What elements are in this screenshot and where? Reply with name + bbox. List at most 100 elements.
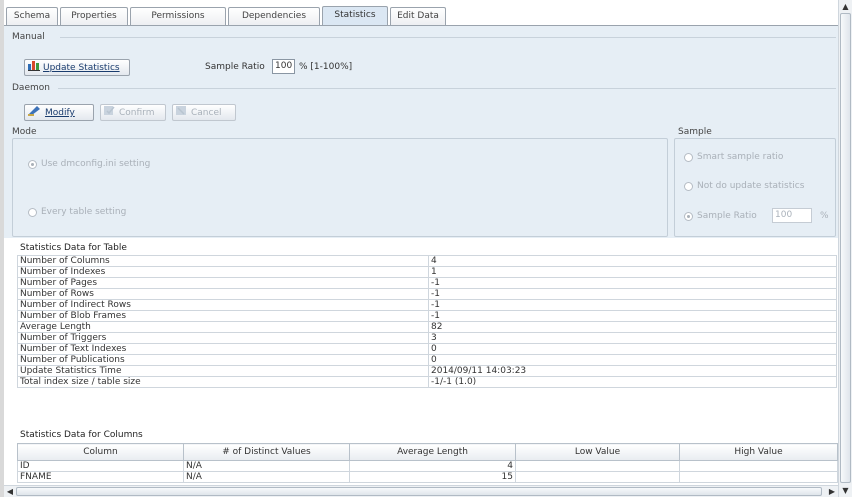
column-stats-row[interactable]: FNAME N/A 15 [17,471,838,483]
scroll-up-icon[interactable]: ▲ [839,0,852,13]
radio-icon [684,181,693,191]
radio-selected-icon [28,159,37,169]
column-stats-cell: ID [17,460,184,472]
manual-divider [60,37,836,38]
table-stats-row: Number of Triggers 3 [17,332,837,344]
column-stats-cell [679,460,838,472]
vertical-scroll-thumb[interactable] [840,13,851,483]
column-header-avg-length[interactable]: Average Length [349,443,516,461]
tab-schema[interactable]: Schema [6,7,58,26]
cancel-label: Cancel [191,108,222,118]
column-header-column[interactable]: Column [17,443,184,461]
stat-value-cell: -1 [428,288,837,300]
stat-value-cell: 82 [428,321,837,333]
column-stats-cell: N/A [183,460,350,472]
sample-option-smart[interactable]: Smart sample ratio [684,152,783,163]
sample-ratio-input[interactable]: 100 [272,59,295,74]
mode-option-dmconfig[interactable]: Use dmconfig.ini setting [28,159,150,170]
mode-group [12,138,668,237]
column-header-distinct[interactable]: # of Distinct Values [183,443,350,461]
confirm-button[interactable]: Confirm [100,104,166,121]
table-stats-grid: Number of Columns 4 Number of Indexes 1 Numb… [17,255,837,388]
tab-permissions[interactable]: Permissions [130,7,226,26]
stat-name-cell: Number of Indirect Rows [17,299,429,311]
table-stats-row: Number of Rows -1 [17,288,837,300]
table-stats-row: Number of Columns 4 [17,255,837,267]
column-stats-cell: 15 [349,471,516,483]
column-stats-cell [679,471,838,483]
stat-name-cell: Update Statistics Time [17,365,429,377]
modify-button[interactable]: Modify [24,104,94,121]
stat-name-cell: Number of Triggers [17,332,429,344]
daemon-divider [58,88,836,89]
modify-icon [28,105,42,122]
mode-section-label: Mode [12,127,37,137]
vertical-scrollbar[interactable]: ▲ ▼ [838,0,852,497]
tab-dependencies[interactable]: Dependencies [228,7,320,26]
sample-ratio-percent: % [820,211,829,221]
stat-value-cell: -1/-1 (1.0) [428,376,837,388]
sample-option-ratio[interactable]: Sample Ratio [684,211,757,222]
sample-option-no-update[interactable]: Not do update statistics [684,181,804,192]
horizontal-scrollbar[interactable]: ◀ ▶ [4,485,838,497]
cancel-button[interactable]: Cancel [172,104,236,121]
stat-name-cell: Number of Text Indexes [17,343,429,355]
stat-value-cell: 4 [428,255,837,267]
table-stats-row: Average Length 82 [17,321,837,333]
stat-value-cell: -1 [428,310,837,322]
table-stats-row: Number of Indexes 1 [17,266,837,278]
bar-chart-icon [28,60,40,77]
tab-edit-data[interactable]: Edit Data [390,7,446,26]
mode-option-every-table[interactable]: Every table setting [28,207,126,218]
cancel-icon [176,105,188,122]
stat-value-cell: 0 [428,343,837,355]
table-stats-row: Number of Text Indexes 0 [17,343,837,355]
column-header-low-value[interactable]: Low Value [515,443,680,461]
radio-icon [28,207,37,217]
modify-label: Modify [45,108,75,118]
stat-name-cell: Number of Blob Frames [17,310,429,322]
column-stats-cell: FNAME [17,471,184,483]
horizontal-scroll-thumb[interactable] [16,487,822,496]
sample-option-smart-label: Smart sample ratio [697,152,784,162]
manual-section-label: Manual [12,32,45,42]
sample-section-label: Sample [678,127,712,137]
stat-name-cell: Total index size / table size [17,376,429,388]
column-stats-cell: 4 [349,460,516,472]
stat-name-cell: Number of Publications [17,354,429,366]
table-stats-row: Total index size / table size -1/-1 (1.0) [17,376,837,388]
table-stats-row: Number of Pages -1 [17,277,837,289]
table-stats-title: Statistics Data for Table [20,243,127,253]
table-stats-row: Number of Blob Frames -1 [17,310,837,322]
scroll-left-icon[interactable]: ◀ [4,486,16,497]
table-stats-row: Number of Publications 0 [17,354,837,366]
update-statistics-button[interactable]: Update Statistics [24,59,130,76]
statistics-settings-panel: Manual Update Statistics Sample Ratio 10… [4,26,838,238]
sample-ratio-label: Sample Ratio [205,62,265,72]
confirm-label: Confirm [119,108,155,118]
scroll-down-icon[interactable]: ▼ [839,484,852,497]
confirm-icon [104,105,116,122]
column-stats-grid: Column # of Distinct Values Average Leng… [17,443,838,483]
column-stats-cell [515,471,680,483]
column-stats-row[interactable]: ID N/A 4 [17,460,838,472]
stat-name-cell: Number of Rows [17,288,429,300]
tab-statistics[interactable]: Statistics [322,6,388,27]
column-stats-title: Statistics Data for Columns [20,430,143,440]
statistics-window: Schema Properties Permissions Dependenci… [0,0,852,497]
tab-properties[interactable]: Properties [60,7,128,26]
table-stats-row: Number of Indirect Rows -1 [17,299,837,311]
column-stats-cell [515,460,680,472]
scroll-right-icon[interactable]: ▶ [826,486,838,497]
stat-name-cell: Number of Columns [17,255,429,267]
stat-value-cell: -1 [428,299,837,311]
stat-name-cell: Number of Pages [17,277,429,289]
radio-selected-icon [684,211,693,221]
stat-value-cell: 1 [428,266,837,278]
tab-bar: Schema Properties Permissions Dependenci… [6,4,838,27]
daemon-section-label: Daemon [12,83,50,93]
table-stats-row: Update Statistics Time 2014/09/11 14:03:2… [17,365,837,377]
column-header-high-value[interactable]: High Value [679,443,838,461]
sample-ratio-disabled-input[interactable]: 100 [772,208,812,223]
mode-option-dmconfig-label: Use dmconfig.ini setting [41,159,151,169]
